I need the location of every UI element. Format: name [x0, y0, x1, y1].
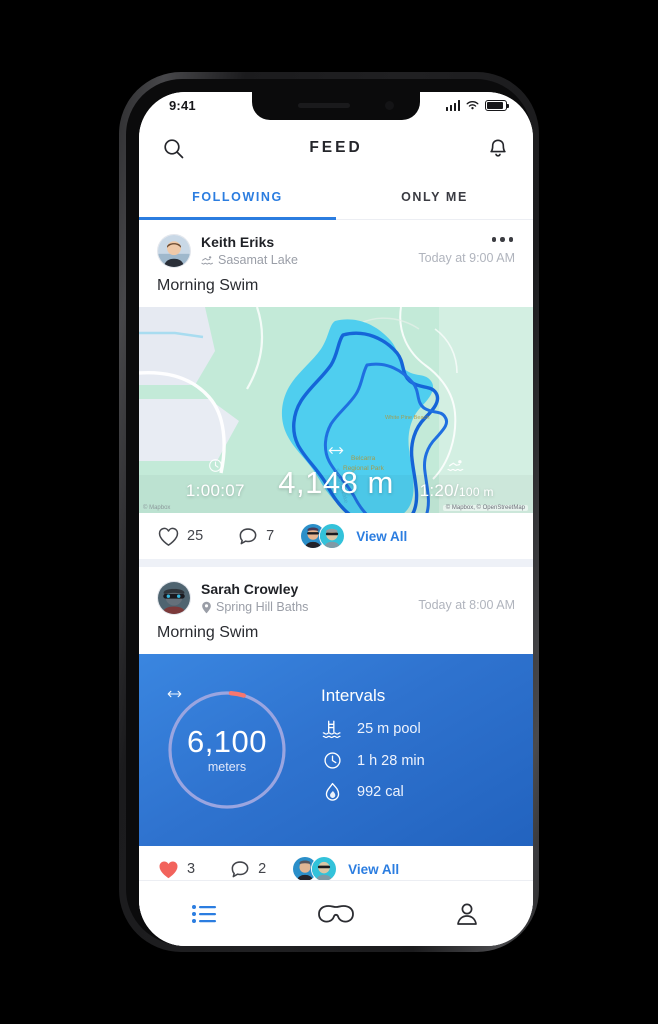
phone-frame: 9:41 FEED FOLLOWING ONLY ME Keith Eriks … — [119, 72, 539, 952]
view-all-link[interactable]: View All — [356, 529, 407, 544]
interval-row-calories: 992 cal — [321, 782, 533, 802]
clock-icon — [321, 751, 343, 770]
avatar[interactable] — [319, 523, 346, 549]
like-count: 25 — [187, 528, 204, 544]
nav-goggles[interactable] — [270, 902, 401, 926]
post-title: Morning Swim — [157, 277, 259, 294]
interval-duration-text: 1 h 28 min — [357, 752, 425, 769]
post-title: Morning Swim — [157, 624, 259, 641]
notch — [252, 92, 420, 120]
map-stat-duration: 1:00:07 — [155, 458, 276, 501]
comment-count: 2 — [258, 861, 267, 877]
post-location-label: Spring Hill Baths — [216, 600, 309, 614]
avatar[interactable] — [157, 581, 191, 615]
front-camera — [385, 101, 394, 110]
interval-summary-card[interactable]: 6,100 meters Intervals 25 m pool 1 h 28 … — [139, 654, 533, 846]
nav-profile[interactable] — [402, 901, 533, 927]
distance-ring: 6,100 meters — [139, 688, 315, 812]
post-time: Today at 8:00 AM — [418, 598, 515, 612]
distance-arrow-icon — [326, 444, 346, 462]
phone-screen: 9:41 FEED FOLLOWING ONLY ME Keith Eriks … — [139, 92, 533, 946]
nav-feed[interactable] — [139, 902, 270, 926]
post-user-name[interactable]: Keith Eriks — [201, 234, 418, 251]
screenshot-root: 9:41 FEED FOLLOWING ONLY ME Keith Eriks … — [0, 0, 658, 1024]
phone-bezel: 9:41 FEED FOLLOWING ONLY ME Keith Eriks … — [126, 79, 533, 946]
interval-row-duration: 1 h 28 min — [321, 751, 533, 770]
ring-distance-value: 6,100 — [186, 724, 268, 759]
app-header: FEED — [139, 122, 533, 174]
bottom-navigation — [139, 880, 533, 946]
post-header: Keith Eriks Sasamat Lake Today at 9:00 A… — [139, 220, 533, 268]
feed-tabs: FOLLOWING ONLY ME — [139, 174, 533, 220]
map-stats-overlay: 1:00:07 4,148 m 1:20/100 m — [139, 444, 533, 501]
page-title: FEED — [309, 139, 363, 156]
like-count: 3 — [187, 861, 196, 877]
liker-avatars[interactable] — [292, 856, 338, 882]
map-attribution: © Mapbox, © OpenStreetMap — [442, 505, 528, 511]
like-button[interactable]: 25 — [157, 526, 203, 547]
map-stat-duration-value: 1:00:07 — [185, 481, 245, 500]
status-time: 9:41 — [169, 98, 196, 113]
post-user-name[interactable]: Sarah Crowley — [201, 581, 418, 598]
map-stat-pace: 1:20/100 m — [396, 458, 517, 501]
feed-post-keith: Keith Eriks Sasamat Lake Today at 9:00 A… — [139, 220, 533, 559]
swimmer-icon — [201, 255, 214, 265]
avatar[interactable] — [157, 234, 191, 268]
activity-map[interactable]: Belcarra Regional Park White Pine Beach … — [139, 307, 533, 513]
post-time: Today at 9:00 AM — [418, 251, 515, 265]
comment-count: 7 — [266, 528, 275, 544]
clock-icon — [208, 458, 223, 478]
comment-button[interactable]: 7 — [237, 526, 274, 547]
battery-icon — [485, 100, 509, 111]
feed-list[interactable]: Keith Eriks Sasamat Lake Today at 9:00 A… — [139, 220, 533, 946]
list-feed-icon — [191, 904, 216, 923]
bell-icon[interactable] — [485, 136, 511, 162]
interval-details: Intervals 25 m pool 1 h 28 min 992 cal — [315, 686, 533, 814]
avatar[interactable] — [311, 856, 338, 882]
flame-icon — [321, 782, 343, 802]
post-location: Sasamat Lake — [201, 252, 418, 268]
feed-post-sarah: Sarah Crowley Spring Hill Baths Today at… — [139, 567, 533, 892]
post-meta: Sarah Crowley Spring Hill Baths — [201, 581, 418, 615]
map-stat-distance-value: 4,148 m — [278, 465, 394, 500]
view-all-link[interactable]: View All — [348, 862, 399, 877]
comment-button[interactable]: 2 — [229, 859, 266, 880]
more-options-icon[interactable] — [491, 237, 513, 242]
post-location-label: Sasamat Lake — [218, 253, 298, 267]
map-stat-pace-unit: 100 m — [458, 485, 494, 499]
post-header: Sarah Crowley Spring Hill Baths Today at… — [139, 567, 533, 615]
like-button[interactable]: 3 — [157, 859, 195, 880]
interval-heading: Intervals — [321, 686, 386, 705]
goggles-icon — [318, 904, 354, 922]
tab-only-me[interactable]: ONLY ME — [336, 174, 533, 219]
interval-calories-text: 992 cal — [357, 784, 404, 800]
map-pin-icon — [202, 601, 211, 613]
tab-following[interactable]: FOLLOWING — [139, 174, 336, 220]
wifi-icon — [466, 101, 479, 110]
comment-bubble-icon — [231, 860, 249, 877]
pool-ladder-icon — [321, 719, 343, 739]
feed-separator — [139, 559, 533, 567]
heart-outline-icon — [158, 527, 179, 546]
post-actions: 25 7 View All — [139, 513, 533, 559]
map-stat-pace-value: 1:20/100 m — [419, 481, 494, 500]
status-indicators — [445, 100, 509, 111]
cellular-bars-icon — [445, 100, 460, 111]
svg-text:White Pine Beach: White Pine Beach — [385, 415, 429, 421]
profile-person-icon — [457, 903, 478, 925]
swimmer-icon — [447, 458, 466, 478]
comment-bubble-icon — [239, 527, 257, 544]
post-location: Spring Hill Baths — [201, 599, 418, 615]
heart-filled-icon — [159, 860, 178, 878]
earpiece-speaker — [298, 103, 350, 108]
map-attribution-left: © Mapbox — [143, 505, 171, 511]
post-meta: Keith Eriks Sasamat Lake — [201, 234, 418, 268]
ring-distance-unit: meters — [207, 760, 247, 774]
interval-row-pool: 25 m pool — [321, 719, 533, 739]
search-icon[interactable] — [161, 136, 187, 162]
liker-avatars[interactable] — [300, 523, 346, 549]
interval-pool-text: 25 m pool — [357, 721, 421, 737]
map-stat-distance: 4,148 m — [276, 444, 397, 501]
